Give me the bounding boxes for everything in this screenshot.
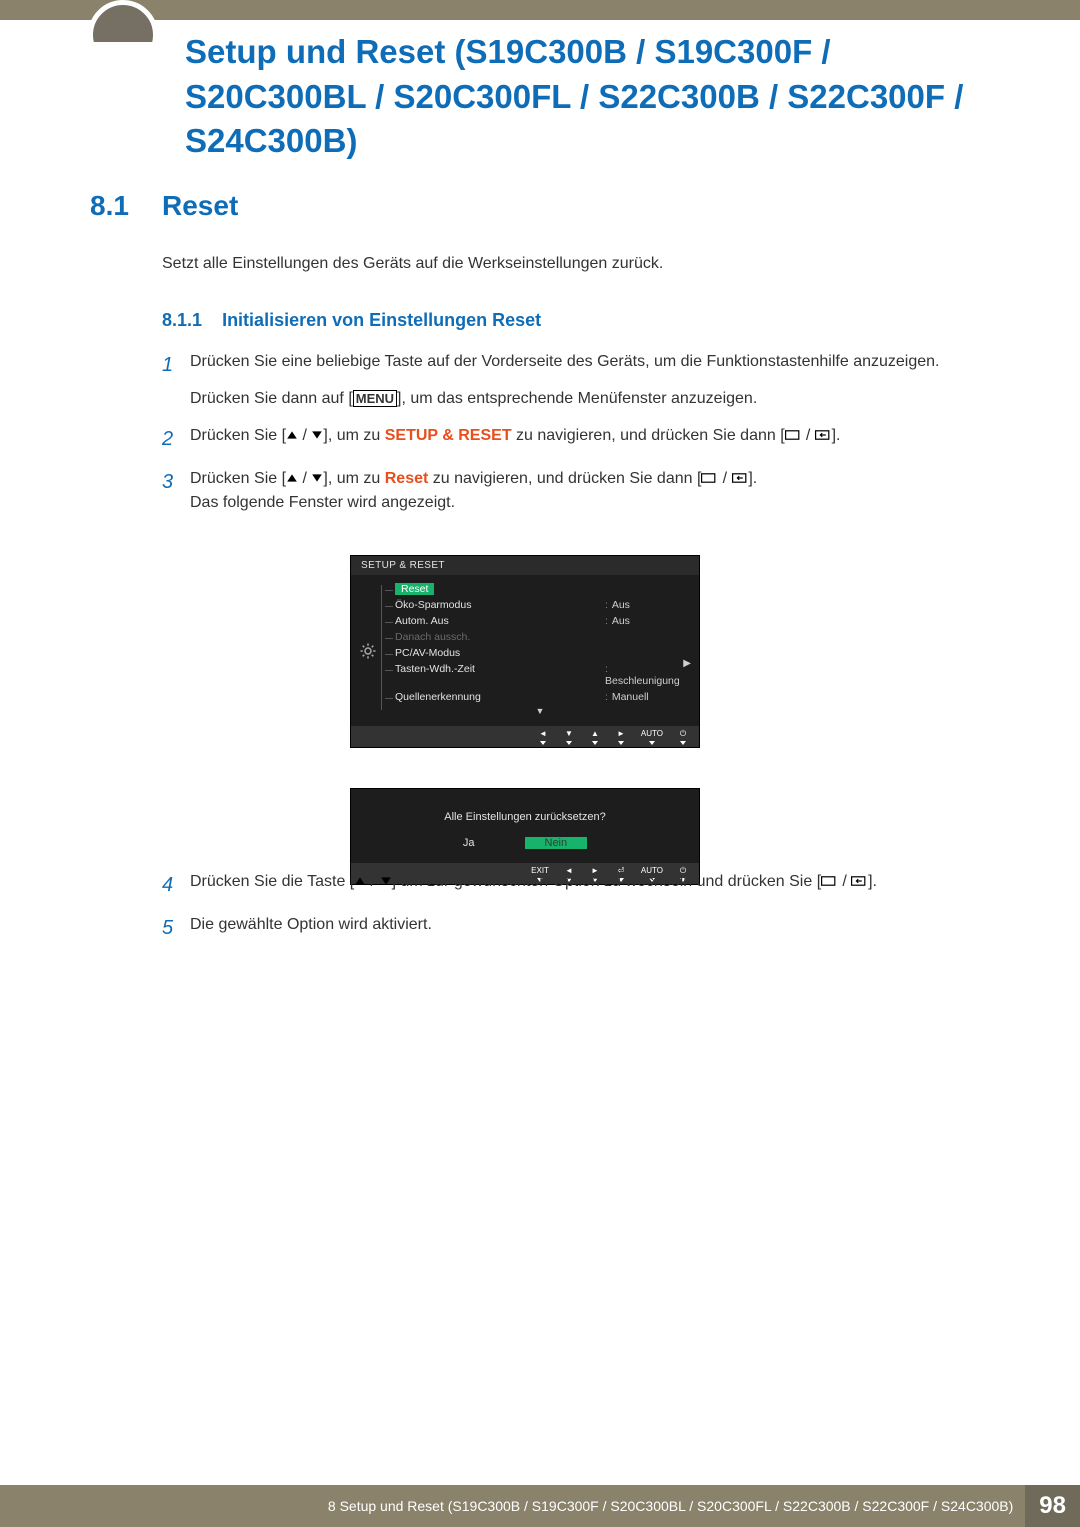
caret-down-icon: ▼ — [395, 705, 685, 718]
osd-confirm-question: Alle Einstellungen zurücksetzen? — [351, 809, 699, 837]
footer-band: 8 Setup und Reset (S19C300B / S19C300F /… — [0, 1485, 1080, 1527]
source-icon — [701, 472, 718, 484]
step-text: Drücken Sie [ / ], um zu Reset zu navigi… — [190, 467, 1020, 492]
page-number: 98 — [1025, 1485, 1080, 1527]
osd-btn-left-icon: ◄ — [537, 729, 549, 739]
step-number: 3 — [162, 467, 190, 517]
osd-btn-auto: AUTO — [641, 729, 663, 739]
caret-down-icon — [311, 429, 323, 441]
osd-row: PC/AV-Modus — [395, 645, 685, 661]
gear-icon — [357, 575, 379, 726]
caret-right-icon: ▶ — [683, 658, 691, 669]
step-number: 4 — [162, 870, 190, 901]
subsection-title: Initialisieren von Einstellungen Reset — [222, 310, 541, 330]
step-3: 3 Drücken Sie [ / ], um zu Reset zu navi… — [162, 467, 1020, 517]
step-text: Drücken Sie dann auf [MENU], um das ents… — [190, 387, 1020, 412]
step-text: Drücken Sie [ / ], um zu SETUP & RESET z… — [190, 424, 1020, 455]
step-2: 2 Drücken Sie [ / ], um zu SETUP & RESET… — [162, 424, 1020, 455]
step-number: 5 — [162, 913, 190, 944]
step-text: Drücken Sie die Taste [ / ] um zur gewün… — [190, 870, 1020, 901]
osd-row: Öko-SparmodusAus — [395, 597, 685, 613]
menu-label: MENU — [353, 390, 397, 407]
step-number: 2 — [162, 424, 190, 455]
step-5: 5 Die gewählte Option wird aktiviert. — [162, 913, 1020, 944]
osd-confirm-yes: Ja — [463, 837, 475, 849]
enter-icon — [815, 429, 832, 441]
step-note: Das folgende Fenster wird angezeigt. — [190, 491, 1020, 516]
osd-row: Tasten-Wdh.-ZeitBeschleunigung — [395, 661, 685, 689]
caret-up-icon — [286, 429, 298, 441]
section-title: Reset — [162, 190, 238, 222]
page-title: Setup und Reset (S19C300B / S19C300F / S… — [185, 30, 1020, 164]
osd-row-disabled: Danach aussch. — [395, 629, 685, 645]
subsection-heading: 8.1.1 Initialisieren von Einstellungen R… — [162, 310, 541, 331]
osd-row: QuellenerkennungManuell — [395, 689, 685, 705]
intro-text: Setzt alle Einstellungen des Geräts auf … — [162, 255, 1020, 273]
chapter-badge-icon — [88, 0, 158, 70]
steps-list-lower: 4 Drücken Sie die Taste [ / ] um zur gew… — [162, 870, 1020, 956]
footer-text: 8 Setup und Reset (S19C300B / S19C300F /… — [328, 1498, 1025, 1514]
caret-up-icon — [286, 472, 298, 484]
source-icon — [821, 875, 838, 887]
osd-footer-buttons: ◄ ▼ ▲ ► AUTO ⏻ — [351, 726, 699, 747]
osd-row-reset: Reset — [395, 581, 685, 597]
osd-confirm-no: Nein — [525, 837, 588, 849]
step-number: 1 — [162, 350, 190, 412]
osd-btn-power-icon: ⏻ — [677, 729, 689, 739]
osd-item-list: Reset Öko-SparmodusAus Autom. AusAus Dan… — [385, 579, 693, 722]
osd-btn-up-icon: ▲ — [589, 729, 601, 739]
enter-icon — [851, 875, 868, 887]
caret-up-icon — [354, 875, 366, 887]
steps-list: 1 Drücken Sie eine beliebige Taste auf d… — [162, 350, 1020, 528]
section-number: 8.1 — [90, 190, 129, 222]
osd-tree-line — [381, 585, 382, 710]
enter-icon — [732, 472, 749, 484]
osd-btn-down-icon: ▼ — [563, 729, 575, 739]
step-1: 1 Drücken Sie eine beliebige Taste auf d… — [162, 350, 1020, 412]
source-icon — [785, 429, 802, 441]
osd-btn-right-icon: ► — [615, 729, 627, 739]
osd-row: Autom. AusAus — [395, 613, 685, 629]
osd-menu-panel: SETUP & RESET Reset Öko-SparmodusAus Aut… — [350, 555, 700, 748]
osd-header: SETUP & RESET — [351, 556, 699, 575]
step-text: Drücken Sie eine beliebige Taste auf der… — [190, 350, 1020, 375]
caret-down-icon — [380, 875, 392, 887]
step-text: Die gewählte Option wird aktiviert. — [190, 913, 1020, 944]
caret-down-icon — [311, 472, 323, 484]
osd-illustration: SETUP & RESET Reset Öko-SparmodusAus Aut… — [350, 555, 700, 885]
step-4: 4 Drücken Sie die Taste [ / ] um zur gew… — [162, 870, 1020, 901]
subsection-number: 8.1.1 — [162, 310, 202, 330]
header-band — [0, 0, 1080, 20]
